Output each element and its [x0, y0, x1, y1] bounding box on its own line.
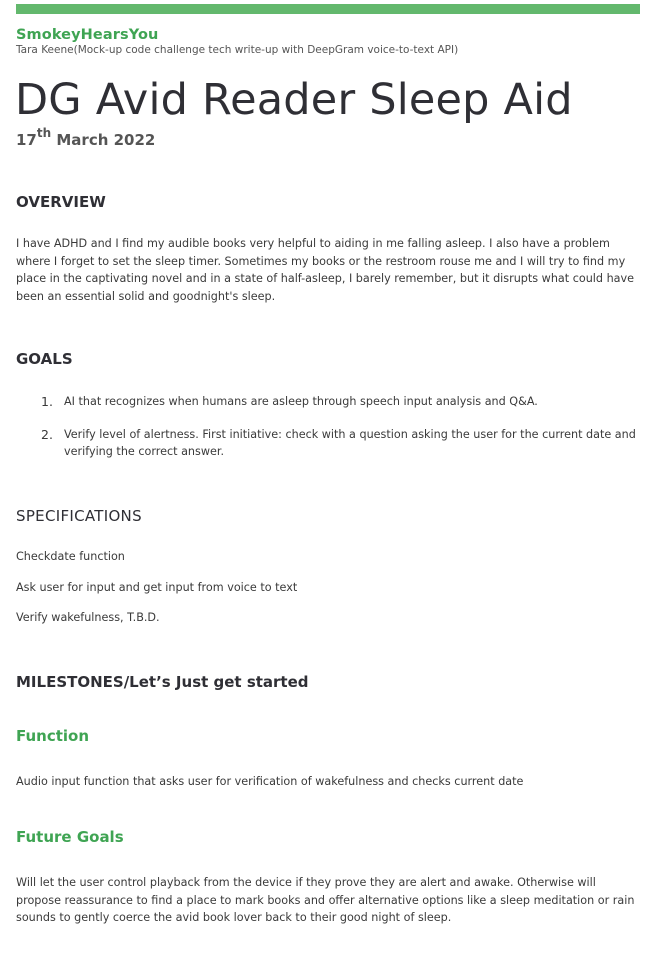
document-date: 17th March 2022 [16, 126, 156, 149]
date-month-year: March 2022 [51, 131, 156, 149]
future-goals-heading: Future Goals [16, 828, 124, 846]
future-goals-paragraph: Will let the user control playback from … [16, 876, 635, 924]
goal-item: 1. AI that recognizes when humans are as… [16, 393, 636, 411]
spec-item: Checkdate function [16, 550, 125, 563]
goal-text: Verify level of alertness. First initiat… [64, 427, 636, 459]
top-accent-bar [16, 4, 640, 14]
author-line: Tara Keene(Mock-up code challenge tech w… [16, 44, 459, 56]
goals-heading: GOALS [16, 350, 73, 368]
document-title: DG Avid Reader Sleep Aid [15, 75, 573, 125]
date-suffix: th [36, 126, 52, 140]
function-heading: Function [16, 727, 90, 745]
goal-text: AI that recognizes when humans are aslee… [64, 395, 538, 408]
function-paragraph: Audio input function that asks user for … [16, 775, 524, 788]
goals-list: 1. AI that recognizes when humans are as… [16, 393, 636, 476]
goal-number: 1. [41, 394, 53, 409]
milestones-heading: MILESTONES/Let’s Just get started [16, 673, 309, 691]
goal-item: 2. Verify level of alertness. First init… [16, 426, 636, 461]
spec-item: Ask user for input and get input from vo… [16, 581, 298, 594]
brand-name: SmokeyHearsYou [16, 27, 159, 43]
specifications-heading: SPECIFICATIONS [16, 507, 142, 525]
goal-number: 2. [41, 426, 53, 442]
overview-heading: OVERVIEW [16, 193, 106, 211]
spec-item: Verify wakefulness, T.B.D. [16, 611, 160, 624]
date-day: 17 [16, 131, 37, 149]
overview-paragraph: I have ADHD and I find my audible books … [16, 237, 635, 303]
